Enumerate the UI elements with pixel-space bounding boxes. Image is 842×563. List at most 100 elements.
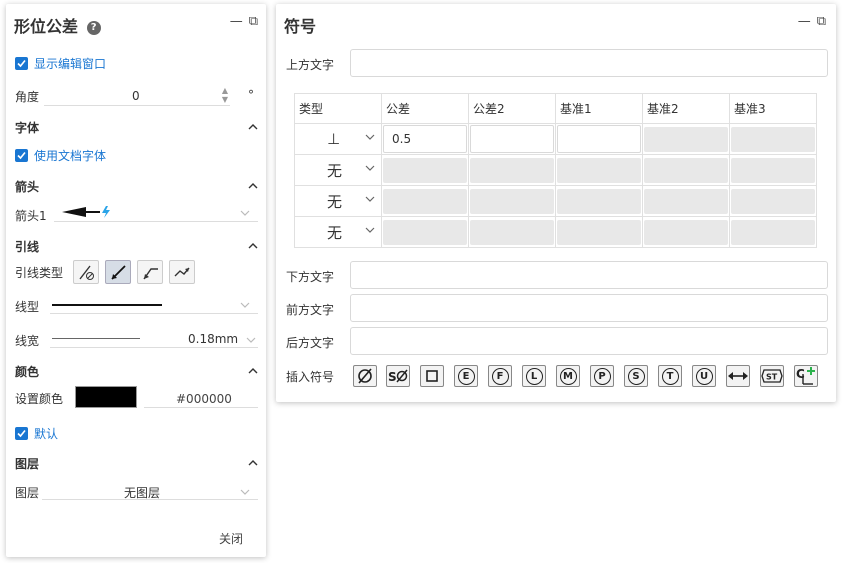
angle-stepper-icon[interactable]: ▲ ▼ (222, 86, 228, 104)
table-row: ⊥ 0.5 (294, 123, 817, 155)
circled-s-icon: S (627, 367, 645, 385)
type-select[interactable]: 无 (294, 216, 382, 248)
angle-unit: ° (248, 88, 254, 102)
top-text-label: 上方文字 (286, 58, 335, 72)
chevron-down-icon (365, 227, 375, 233)
back-text-label: 后方文字 (286, 336, 335, 350)
show-edit-window-label: 显示编辑窗口 (34, 57, 107, 71)
symbol-f-button[interactable]: F (488, 365, 512, 387)
arrow-label: 箭头1 (15, 209, 47, 223)
svg-text:ST: ST (766, 373, 778, 382)
layer-value: 无图层 (124, 486, 161, 500)
spherical-diameter-symbol-button[interactable]: S (386, 365, 410, 387)
circled-t-icon: T (661, 367, 679, 385)
datum1-input[interactable] (555, 123, 643, 155)
disabled-cell (555, 154, 643, 186)
type-value: 无 (327, 192, 343, 211)
angle-label: 角度 (15, 90, 40, 104)
chevron-up-icon[interactable] (248, 367, 258, 376)
statistical-tolerance-icon: ST (761, 369, 783, 383)
tolerance2-input[interactable] (468, 123, 556, 155)
solid-line-preview (52, 304, 162, 306)
checkbox-checked-icon (15, 149, 28, 162)
restore-icon[interactable]: ⧉ (249, 14, 258, 29)
leader-type-bent-button[interactable] (137, 260, 163, 284)
tolerance-value: 0.5 (383, 125, 467, 153)
chevron-up-icon[interactable] (248, 242, 258, 251)
arrow-preview-icon (62, 206, 110, 218)
symbol-l-button[interactable]: L (522, 365, 546, 387)
type-select[interactable]: ⊥ (294, 123, 382, 155)
font-section-title: 字体 (15, 121, 40, 135)
tolerance-properties-panel: 形位公差 ? — ⧉ 显示编辑窗口 角度 0 ▲ ▼ ° 字体 使用文档字体 箭头… (6, 4, 266, 557)
front-text-input[interactable] (350, 294, 828, 322)
symbol-s-button[interactable]: S (624, 365, 648, 387)
line-width-value: 0.18mm (188, 332, 239, 346)
circled-p-icon: P (593, 367, 611, 385)
use-doc-font-checkbox[interactable]: 使用文档字体 (15, 147, 257, 164)
circled-m-icon: M (559, 367, 577, 385)
diameter-icon (358, 368, 372, 384)
symbol-m-button[interactable]: M (556, 365, 580, 387)
leader-type-none-button[interactable] (73, 260, 99, 284)
symbol-panel: 符号 — ⧉ 上方文字 类型 公差 公差2 基准1 基准2 基准3 ⊥ 0.5 … (276, 4, 836, 402)
set-color-label: 设置颜色 (15, 392, 64, 406)
tolerance-table: 类型 公差 公差2 基准1 基准2 基准3 ⊥ 0.5 无 无 无 (294, 93, 817, 248)
double-arrow-icon (728, 372, 748, 380)
top-text-input[interactable] (350, 49, 828, 77)
type-select[interactable]: 无 (294, 185, 382, 217)
symbol-p-button[interactable]: P (590, 365, 614, 387)
color-hex-input[interactable]: #000000 (144, 388, 258, 408)
back-text-input[interactable] (350, 327, 828, 355)
diameter-symbol-button[interactable] (353, 365, 377, 387)
color-hex-value: #000000 (176, 392, 232, 406)
default-color-checkbox[interactable]: 默认 (15, 425, 257, 442)
checkbox-checked-icon (15, 57, 28, 70)
leader-type-straight-button[interactable] (105, 260, 131, 284)
disabled-cell (642, 154, 730, 186)
close-button[interactable]: 关闭 (219, 530, 243, 547)
arrow-section-title: 箭头 (15, 180, 40, 194)
table-row: 无 (294, 185, 817, 217)
disabled-cell (642, 216, 730, 248)
angle-input[interactable]: 0 ▲ ▼ (44, 86, 230, 106)
line-width-select[interactable]: 0.18mm (50, 328, 258, 348)
color-swatch[interactable] (75, 386, 137, 408)
chevron-up-icon[interactable] (248, 459, 258, 468)
chevron-down-icon (240, 210, 250, 216)
line-type-select[interactable] (50, 294, 258, 314)
symbol-u-button[interactable]: U (692, 365, 716, 387)
add-symbol-button[interactable]: C (794, 365, 818, 387)
datum3-input (729, 123, 817, 155)
minimize-icon[interactable]: — (798, 14, 811, 29)
bottom-text-input[interactable] (350, 261, 828, 289)
chevron-up-icon[interactable] (248, 182, 258, 191)
symbol-t-button[interactable]: T (658, 365, 682, 387)
type-select[interactable]: 无 (294, 154, 382, 186)
chevron-up-icon[interactable] (248, 123, 258, 132)
arrow-select[interactable] (54, 202, 258, 222)
show-edit-window-checkbox[interactable]: 显示编辑窗口 (15, 55, 257, 72)
tolerance-input[interactable]: 0.5 (381, 123, 469, 155)
header-datum2: 基准2 (642, 93, 730, 124)
symbol-e-button[interactable]: E (454, 365, 478, 387)
panel-title: 形位公差 ? (14, 13, 101, 37)
chevron-down-icon (240, 489, 250, 495)
minimize-icon[interactable]: — (230, 14, 243, 29)
help-icon[interactable]: ? (86, 21, 101, 35)
line-width-label: 线宽 (15, 334, 40, 348)
layer-select[interactable]: 无图层 (42, 480, 258, 500)
chevron-down-icon (240, 302, 250, 308)
leader-type-spline-button[interactable] (169, 260, 195, 284)
restore-icon[interactable]: ⧉ (817, 14, 826, 29)
table-header-row: 类型 公差 公差2 基准1 基准2 基准3 (294, 93, 817, 124)
bottom-text-label: 下方文字 (286, 270, 335, 284)
statistical-symbol-button[interactable]: ST (760, 365, 784, 387)
leader-section-title: 引线 (15, 240, 40, 254)
disabled-cell (381, 154, 469, 186)
header-type: 类型 (294, 93, 382, 124)
disabled-cell (468, 216, 556, 248)
circled-u-icon: U (695, 367, 713, 385)
between-symbol-button[interactable] (726, 365, 750, 387)
square-symbol-button[interactable] (420, 365, 444, 387)
